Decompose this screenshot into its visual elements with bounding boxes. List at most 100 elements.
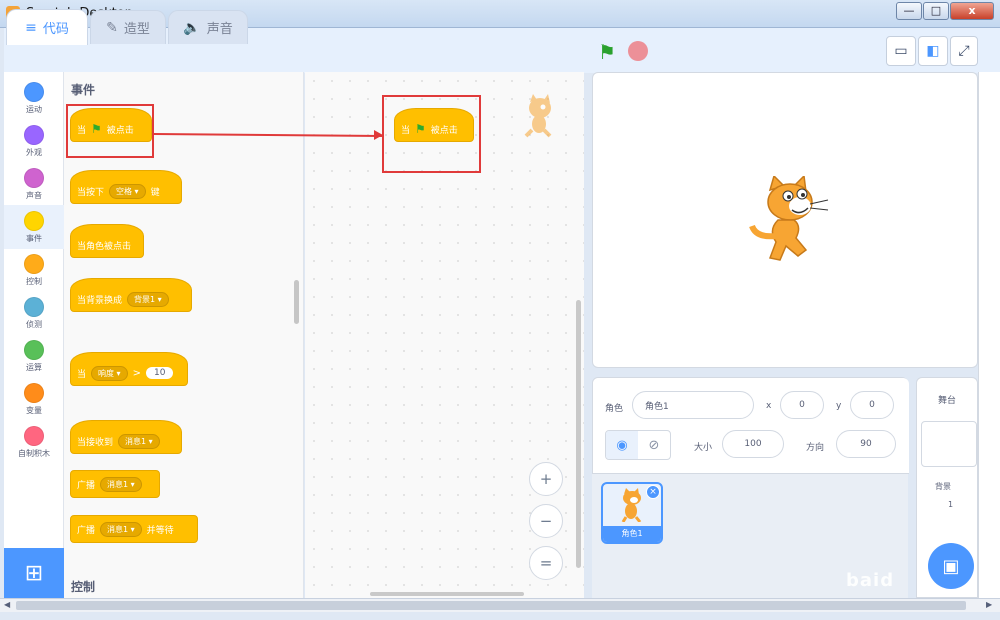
- category-sound[interactable]: 声音: [4, 162, 64, 206]
- green-flag-icon[interactable]: ⚑: [598, 40, 616, 64]
- direction-input[interactable]: 90: [836, 430, 896, 458]
- stage-thumbnail[interactable]: [921, 421, 977, 467]
- category-events[interactable]: 事件: [4, 205, 64, 249]
- hide-sprite-icon[interactable]: ⊘: [638, 431, 670, 459]
- block-broadcast-and-wait[interactable]: 广播 消息1 ▾ 并等待: [70, 515, 198, 543]
- scroll-left-icon[interactable]: ◀: [4, 600, 10, 609]
- motion-dot: [24, 82, 44, 102]
- message-dropdown[interactable]: 消息1 ▾: [100, 476, 142, 492]
- window-scroll-thumb[interactable]: [16, 601, 966, 610]
- add-extension-button[interactable]: ⊞: [4, 548, 64, 598]
- block-text: 当接收到: [77, 437, 114, 448]
- loudness-dropdown[interactable]: 响度 ▾: [91, 365, 128, 381]
- control-dot: [24, 254, 44, 274]
- block-text: 当: [77, 369, 87, 380]
- block-text: 当角色被点击: [77, 241, 132, 252]
- block-text: 并等待: [146, 525, 174, 536]
- sprite-thumbnail-icon: [621, 488, 642, 522]
- zoom-in-icon: +: [539, 470, 553, 488]
- message-dropdown[interactable]: 消息1 ▾: [100, 521, 142, 537]
- category-motion[interactable]: 运动: [4, 76, 64, 120]
- category-label: 控制: [26, 277, 42, 286]
- script-horizontal-scrollbar[interactable]: [370, 592, 524, 596]
- size-input[interactable]: 100: [722, 430, 784, 458]
- tab-code-label: 代码: [42, 22, 69, 37]
- block-when-sprite-clicked[interactable]: 当角色被点击: [70, 224, 144, 258]
- looks-dot: [24, 125, 44, 145]
- block-when-i-receive[interactable]: 当接收到 消息1 ▾: [70, 420, 182, 454]
- extension-icon: ⊞: [24, 560, 44, 586]
- message-dropdown[interactable]: 消息1 ▾: [118, 433, 160, 449]
- zoom-out-button[interactable]: −: [529, 504, 563, 538]
- category-label: 事件: [26, 234, 42, 243]
- section-title-control: 控制: [71, 580, 96, 594]
- category-control[interactable]: 控制: [4, 248, 64, 292]
- scroll-right-icon[interactable]: ▶: [986, 600, 992, 609]
- code-icon: ≡: [25, 19, 37, 36]
- zoom-in-button[interactable]: +: [529, 462, 563, 496]
- category-looks[interactable]: 外观: [4, 119, 64, 163]
- operators-dot: [24, 340, 44, 360]
- stop-icon[interactable]: [628, 41, 648, 61]
- tab-code[interactable]: ≡ 代码: [6, 9, 88, 45]
- zoom-out-icon: −: [539, 512, 553, 530]
- fullscreen-icon[interactable]: ⤢: [950, 36, 978, 66]
- close-button[interactable]: x: [950, 2, 994, 20]
- block-when-key-pressed[interactable]: 当按下 空格 ▾ 键: [70, 170, 182, 204]
- category-sensing[interactable]: 侦测: [4, 291, 64, 335]
- maximize-button[interactable]: □: [923, 2, 949, 20]
- add-backdrop-button[interactable]: ▣: [928, 543, 974, 589]
- block-text: 键: [150, 187, 160, 198]
- highlight-box-palette-block: [66, 104, 154, 158]
- sprite-name-input[interactable]: 角色1: [632, 391, 754, 419]
- key-dropdown[interactable]: 空格 ▾: [109, 183, 146, 199]
- x-label: x: [766, 401, 772, 411]
- tab-costumes-label: 造型: [123, 22, 150, 37]
- category-label: 自制积木: [18, 449, 50, 458]
- visibility-toggle: ◉ ⊘: [605, 430, 671, 460]
- brush-icon: ✎: [106, 19, 118, 36]
- my-blocks-dot: [24, 426, 44, 446]
- variables-dot: [24, 383, 44, 403]
- section-title-events: 事件: [71, 83, 96, 97]
- category-menu: 运动 外观 声音 事件 控制 侦测 运算 变量 自制积木: [4, 72, 64, 598]
- category-operators[interactable]: 运算: [4, 334, 64, 378]
- category-label: 外观: [26, 148, 42, 157]
- tab-sounds-label: 声音: [206, 22, 233, 37]
- highlight-box-script-block: [382, 95, 481, 173]
- show-sprite-icon[interactable]: ◉: [606, 431, 638, 459]
- current-sprite-watermark-icon: [524, 94, 552, 138]
- drag-arrow-head: [374, 130, 383, 140]
- tab-sounds[interactable]: 🔈 声音: [168, 10, 248, 44]
- sound-dot: [24, 168, 44, 188]
- sensing-dot: [24, 297, 44, 317]
- small-stage-icon[interactable]: ▭: [886, 36, 916, 66]
- block-when-backdrop-switches[interactable]: 当背景换成 背景1 ▾: [70, 278, 192, 312]
- delete-sprite-icon[interactable]: ×: [646, 485, 660, 499]
- minimize-button[interactable]: —: [896, 2, 922, 20]
- category-label: 运动: [26, 105, 42, 114]
- normal-stage-icon[interactable]: ◧: [918, 36, 948, 66]
- tab-costumes[interactable]: ✎ 造型: [90, 10, 166, 44]
- y-position-input[interactable]: 0: [850, 391, 894, 419]
- stage-pane-title: 舞台: [937, 396, 956, 406]
- category-my-blocks[interactable]: 自制积木: [4, 420, 64, 464]
- block-text: 广播: [77, 525, 96, 536]
- stage-right-edge: [978, 72, 1000, 598]
- events-dot: [24, 211, 44, 231]
- palette-scrollbar[interactable]: [294, 280, 299, 324]
- block-when-loudness-greater[interactable]: 当 响度 ▾ > 10: [70, 352, 188, 386]
- block-broadcast[interactable]: 广播 消息1 ▾: [70, 470, 160, 498]
- backdrop-dropdown[interactable]: 背景1 ▾: [127, 291, 169, 307]
- sprite-tile-name: 角色1: [603, 526, 661, 542]
- category-label: 声音: [26, 191, 42, 200]
- sprite-name-label: 角色: [605, 404, 624, 414]
- zoom-reset-button[interactable]: =: [529, 546, 563, 580]
- category-variables[interactable]: 变量: [4, 377, 64, 421]
- loudness-number-input[interactable]: 10: [145, 367, 174, 379]
- backdrops-label: 背景: [935, 482, 951, 491]
- sprite-cat-on-stage[interactable]: [748, 176, 834, 266]
- script-vertical-scrollbar[interactable]: [576, 300, 581, 568]
- x-position-input[interactable]: 0: [780, 391, 824, 419]
- category-label: 侦测: [26, 320, 42, 329]
